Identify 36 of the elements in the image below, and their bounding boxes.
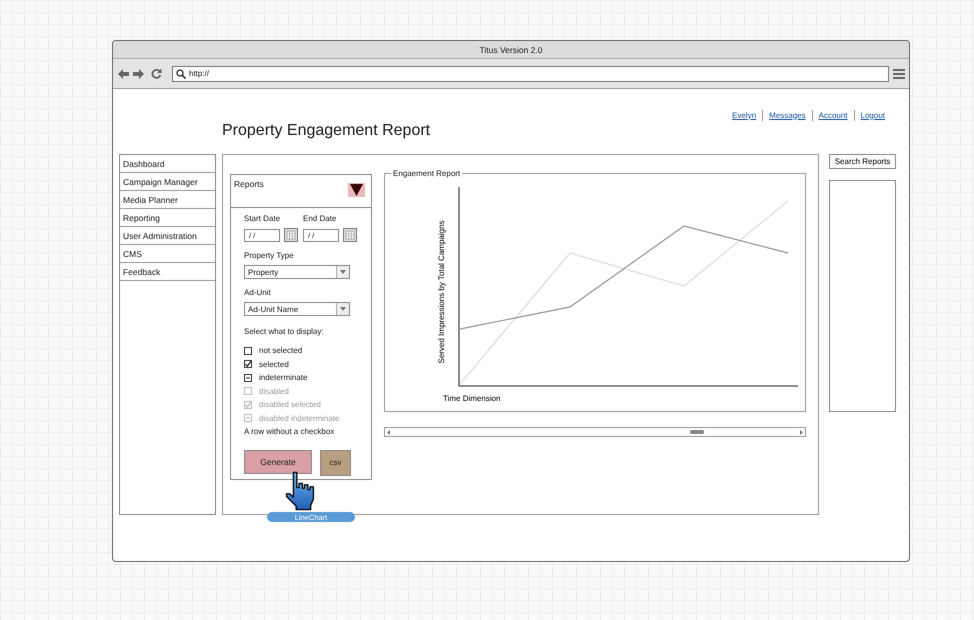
secondary-button[interactable]: csv xyxy=(320,450,351,476)
user-link[interactable]: Account xyxy=(818,110,848,120)
x-axis-label: Time Dimension xyxy=(443,394,500,403)
checkbox-label: indeterminate xyxy=(259,373,308,382)
window-title: Titus Version 2.0 xyxy=(480,44,542,54)
panel-title: Reports xyxy=(234,179,264,189)
user-link[interactable]: Evelyn xyxy=(732,110,756,120)
row-text: A row without a checkbox xyxy=(244,427,334,436)
sidebar-item[interactable]: Media Planner xyxy=(120,191,215,209)
page-title: Property Engagement Report xyxy=(222,121,432,141)
checkbox-label: disabled xyxy=(259,386,289,396)
checkbox-label: disabled indeterminate xyxy=(259,414,340,423)
url-field[interactable]: http:// xyxy=(172,66,889,82)
field-label: Property Type xyxy=(244,250,295,262)
y-axis-label: Served Impressions by Total Campaigns xyxy=(437,220,446,364)
sidebar-item[interactable]: Feedback xyxy=(120,263,215,281)
field-label: Ad-Unit xyxy=(244,287,272,299)
property-type-dropdown[interactable]: Property xyxy=(244,265,350,279)
checkbox-label: selected xyxy=(259,360,289,369)
section-label: Select what to display: xyxy=(244,326,325,338)
chart-title: Engaement Report xyxy=(392,169,462,178)
checkbox-label: not selected xyxy=(259,346,302,356)
sidebar-item[interactable]: Reporting xyxy=(120,209,215,227)
sidebar-item[interactable]: Dashboard xyxy=(120,155,215,173)
sidebar-item[interactable]: CMS xyxy=(120,245,215,263)
checkbox-label: disabled selected xyxy=(259,400,321,410)
primary-button[interactable]: Generate xyxy=(244,450,312,474)
sidebar-item[interactable]: User Administration xyxy=(120,227,215,245)
user-link[interactable]: Logout xyxy=(860,110,885,120)
search-reports-button[interactable]: Search Reports xyxy=(829,154,896,169)
field-label: Start Date xyxy=(244,213,282,225)
field-label: End Date xyxy=(303,213,338,225)
user-link[interactable]: Messages xyxy=(769,110,806,120)
url-text: http:// xyxy=(189,69,210,78)
ad-unit-dropdown[interactable]: Ad-Unit Name xyxy=(244,302,350,316)
sidebar-item[interactable]: Campaign Manager xyxy=(120,173,215,191)
